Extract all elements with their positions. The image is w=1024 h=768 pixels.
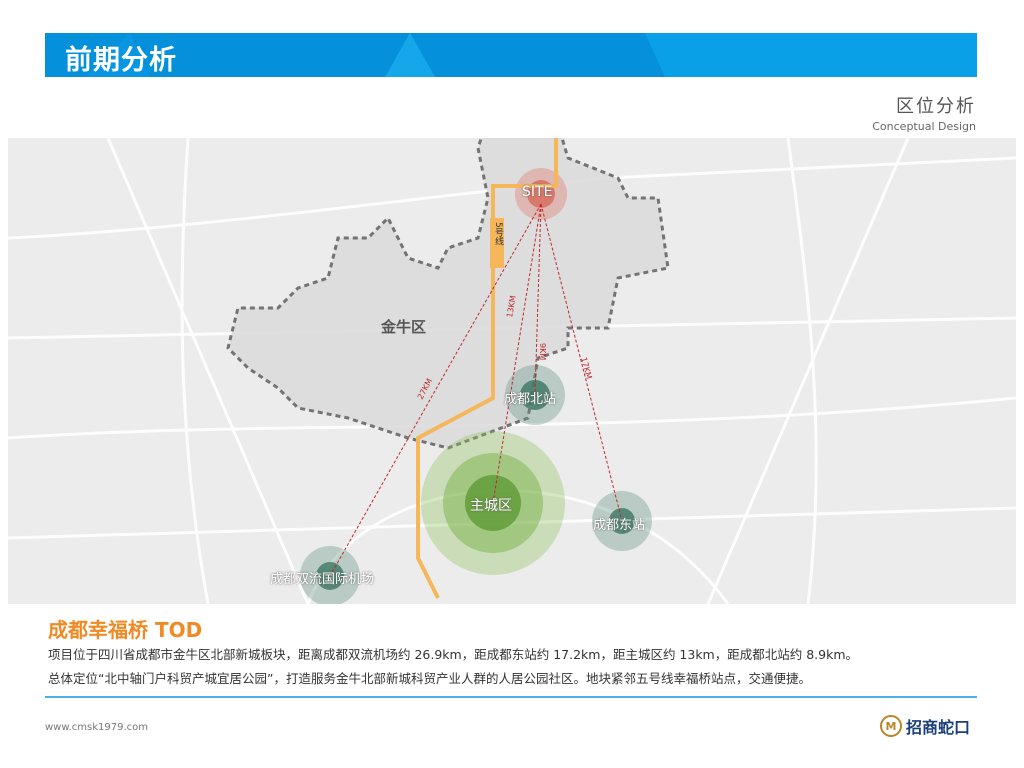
distance-east: 17KM [579, 356, 593, 380]
banner-decoration [85, 33, 977, 77]
project-desc-2: 总体定位“北中轴门户科贸产城宜居公园”，打造服务金牛北部新城科贸产业人群的人居公… [48, 671, 811, 686]
district-boundary [226, 138, 670, 450]
place-north-station: 成都北站 [504, 392, 557, 407]
header-banner: 前期分析 [45, 33, 977, 77]
page-title: 前期分析 [65, 45, 177, 76]
map-graphics: 27KM 13KM 9KM 17KM [8, 138, 1016, 604]
metro-label: 5号线 [493, 222, 503, 246]
logo-mark-icon: M [880, 715, 902, 737]
company-logo: M 招商蛇口 [880, 714, 970, 738]
place-main-city: 主城区 [470, 498, 512, 514]
distance-north: 9KM [538, 343, 547, 360]
section-heading: 区位分析 Conceptual Design [872, 92, 976, 133]
project-title: 成都幸福桥 TOD [48, 618, 203, 642]
section-subtitle: Conceptual Design [872, 120, 976, 133]
district-label: 金牛区 [381, 318, 427, 336]
divider [45, 696, 977, 698]
place-airport: 成都双流国际机场 [270, 572, 375, 587]
location-map: 27KM 13KM 9KM 17KM 金牛区 SITE 5号线 成都北站 主城区… [8, 138, 1016, 604]
logo-text: 招商蛇口 [906, 718, 971, 737]
section-title: 区位分析 [896, 96, 976, 117]
project-desc-1: 项目位于四川省成都市金牛区北部新城板块，距离成都双流机场约 26.9km，距成都… [48, 647, 859, 662]
place-east-station: 成都东站 [593, 518, 646, 533]
footer-url: www.cmsk1979.com [45, 722, 149, 733]
site-label: SITE [522, 184, 553, 200]
